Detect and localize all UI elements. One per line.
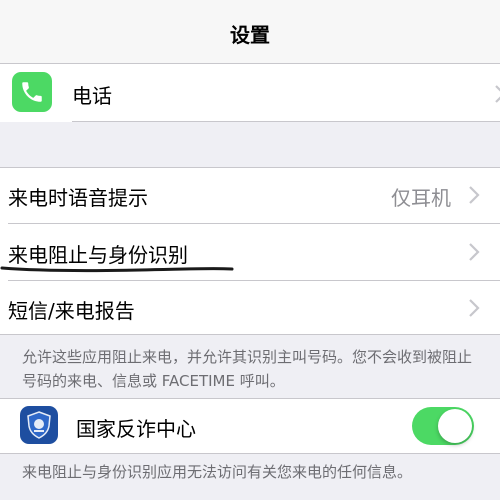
apps-section: 国家反诈中心 — [0, 398, 500, 454]
navigation-bar: 设置 — [0, 0, 500, 64]
underline-annotation — [0, 266, 234, 273]
chevron-right-icon — [469, 186, 480, 204]
row-divider — [72, 121, 500, 122]
phone-icon — [12, 72, 52, 112]
antifraud-shield-icon — [20, 406, 58, 444]
sms-report-row[interactable]: 短信/来电报告 — [0, 281, 500, 335]
sms-report-label: 短信/来电报告 — [8, 299, 135, 323]
chevron-right-icon — [495, 85, 500, 103]
call-settings-section: 来电时语音提示 仅耳机 来电阻止与身份识别 短信/来电报告 — [0, 167, 500, 335]
antifraud-app-row: 国家反诈中心 — [0, 398, 500, 454]
section-bottom-border — [0, 334, 500, 335]
antifraud-toggle[interactable] — [412, 407, 474, 445]
phone-label: 电话 — [72, 84, 112, 108]
page-title: 设置 — [230, 23, 270, 47]
chevron-right-icon — [469, 299, 480, 317]
chevron-right-icon — [469, 243, 480, 261]
toggle-knob — [438, 409, 472, 443]
phone-section: 电话 — [0, 64, 500, 122]
voice-prompt-value: 仅耳机 — [391, 186, 451, 210]
antifraud-app-label: 国家反诈中心 — [76, 417, 196, 441]
phone-row[interactable]: 电话 — [0, 64, 500, 122]
voice-prompt-label: 来电时语音提示 — [8, 186, 148, 210]
section-bottom-border — [0, 453, 500, 454]
voice-prompt-row[interactable]: 来电时语音提示 仅耳机 — [0, 167, 500, 223]
apps-footer-text: 允许这些应用阻止来电，并允许其识别主叫号码。您不会收到被阻止号码的来电、信息或 … — [22, 348, 473, 390]
bottom-footer-text: 来电阻止与身份识别应用无法访问有关您来电的任何信息。 — [22, 463, 413, 481]
